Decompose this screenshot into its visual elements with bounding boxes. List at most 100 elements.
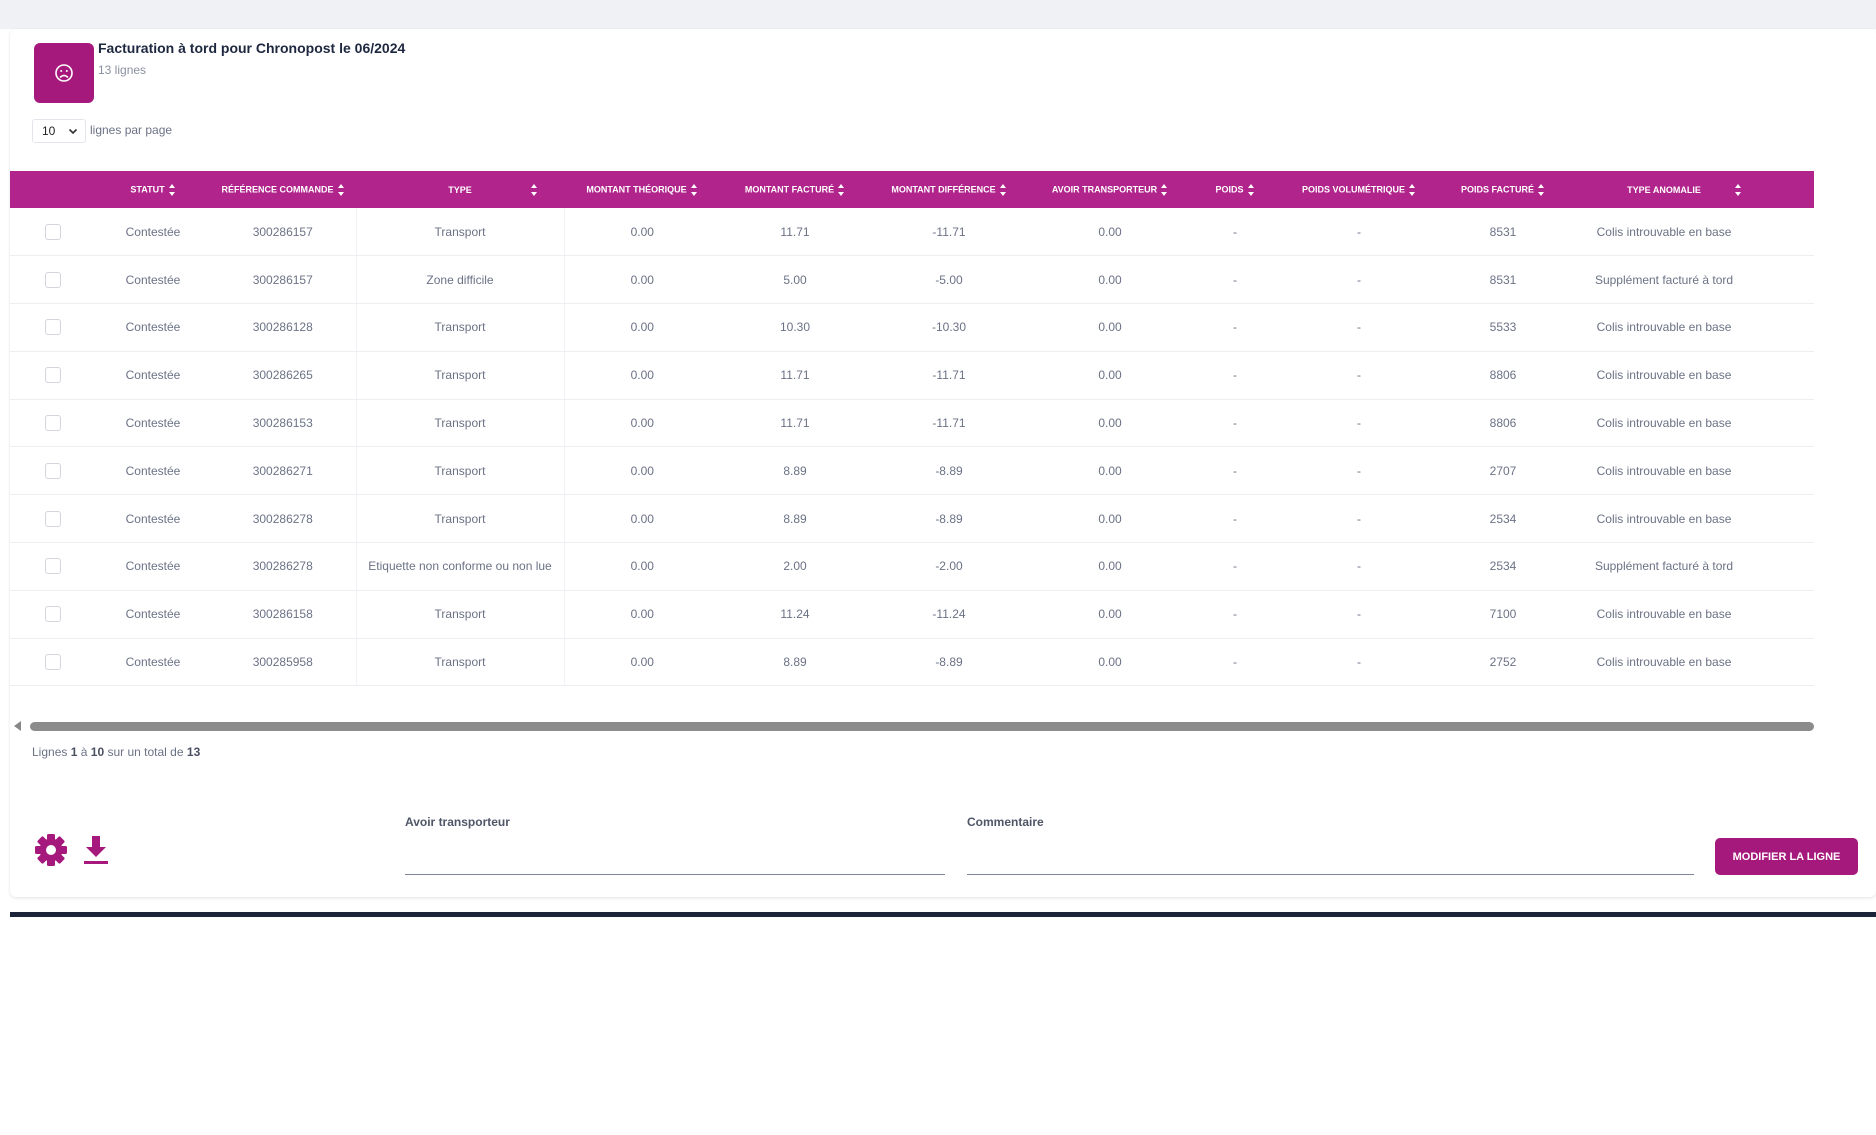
anomaly-table-container[interactable]: Statut Référence commande Type Montant t…	[10, 171, 1814, 691]
cell-poids-volumetrique: -	[1278, 590, 1440, 639]
row-checkbox[interactable]	[45, 415, 61, 432]
cell-montant-facture: 2.00	[720, 542, 870, 591]
cell-poids-facture: 7100	[1440, 590, 1566, 639]
row-checkbox[interactable]	[45, 319, 61, 336]
page-size-value: 10	[42, 124, 56, 138]
cell-type: Transport	[356, 446, 565, 496]
cell-poids-volumetrique: -	[1278, 208, 1440, 257]
row-checkbox[interactable]	[45, 558, 61, 575]
anomaly-table: Statut Référence commande Type Montant t…	[10, 171, 1814, 687]
row-checkbox[interactable]	[45, 367, 61, 384]
horizontal-scrollbar[interactable]	[30, 722, 1814, 731]
cell-montant-theorique: 0.00	[564, 590, 720, 639]
gear-icon[interactable]	[34, 833, 68, 867]
table-header-row: Statut Référence commande Type Montant t…	[10, 171, 1814, 208]
avoir-transporteur-label: Avoir transporteur	[405, 815, 510, 829]
page-size-select[interactable]: 10	[32, 119, 86, 143]
cell-type-anomalie: Colis introuvable en base	[1566, 303, 1762, 352]
column-header-montant-difference[interactable]: Montant différence	[870, 171, 1028, 208]
cell-type: Transport	[356, 638, 565, 687]
cell-extra	[1762, 208, 1814, 257]
column-header-poids[interactable]: Poids	[1192, 171, 1278, 208]
cell-montant-facture: 10.30	[720, 303, 870, 352]
table-row[interactable]: Contestée 300286153 Transport 0.00 11.71 -11.…	[10, 399, 1814, 448]
table-row[interactable]: Contestée 300286157 Transport 0.00 11.71 -11.…	[10, 208, 1814, 257]
cell-statut: Contestée	[96, 446, 210, 496]
cell-montant-facture: 8.89	[720, 446, 870, 496]
row-select-cell	[10, 399, 96, 448]
table-row[interactable]: Contestée 300286278 Etiquette non conforme…	[10, 542, 1814, 591]
cell-montant-facture: 11.24	[720, 590, 870, 639]
cell-type-anomalie: Colis introuvable en base	[1566, 638, 1762, 687]
commentaire-input[interactable]	[967, 847, 1694, 875]
table-row[interactable]: Contestée 300286128 Transport 0.00 10.30 -10.…	[10, 303, 1814, 352]
cell-montant-theorique: 0.00	[564, 303, 720, 352]
column-header-avoir-transporteur[interactable]: Avoir transporteur	[1028, 171, 1192, 208]
cell-poids-volumetrique: -	[1278, 303, 1440, 352]
cell-poids-volumetrique: -	[1278, 255, 1440, 305]
cell-statut: Contestée	[96, 255, 210, 305]
column-header-montant-theorique[interactable]: Montant théorique	[564, 171, 720, 208]
cell-poids-facture: 8806	[1440, 399, 1566, 448]
table-row[interactable]: Contestée 300286278 Transport 0.00 8.89 -8.89…	[10, 494, 1814, 544]
column-header-montant-facture[interactable]: Montant facturé	[720, 171, 870, 208]
modify-line-button[interactable]: Modifier la ligne	[1715, 838, 1858, 875]
table-row[interactable]: Contestée 300286157 Zone difficile 0.00 5.00…	[10, 255, 1814, 305]
cell-montant-difference: -11.71	[870, 208, 1028, 257]
top-band	[0, 0, 1876, 29]
row-select-cell	[10, 542, 96, 591]
cell-reference: 300286271	[210, 446, 357, 496]
cell-avoir-transporteur: 0.00	[1028, 494, 1192, 544]
cell-statut: Contestée	[96, 208, 210, 257]
cell-montant-facture: 8.89	[720, 494, 870, 544]
row-select-cell	[10, 303, 96, 352]
cell-poids: -	[1192, 208, 1278, 257]
cell-extra	[1762, 255, 1814, 305]
cell-type-anomalie: Supplément facturé à tord	[1566, 255, 1762, 305]
row-checkbox[interactable]	[45, 223, 61, 240]
table-row[interactable]: Contestée 300286271 Transport 0.00 8.89 -8.89…	[10, 446, 1814, 496]
row-select-cell	[10, 494, 96, 544]
cell-reference: 300285958	[210, 638, 357, 687]
cell-statut: Contestée	[96, 303, 210, 352]
column-header-reference[interactable]: Référence commande	[210, 171, 356, 208]
table-row[interactable]: Contestée 300286265 Transport 0.00 11.71 -11.…	[10, 351, 1814, 400]
cell-reference: 300286128	[210, 303, 357, 352]
cell-type-anomalie: Colis introuvable en base	[1566, 590, 1762, 639]
row-select-cell	[10, 208, 96, 257]
cell-extra	[1762, 494, 1814, 544]
column-header-type-anomalie[interactable]: Type anomalie	[1566, 171, 1762, 208]
sort-icon	[1735, 184, 1742, 196]
cell-extra	[1762, 590, 1814, 639]
avoir-transporteur-input[interactable]	[405, 847, 945, 875]
row-checkbox[interactable]	[45, 654, 61, 671]
row-checkbox[interactable]	[45, 271, 61, 288]
sort-icon	[531, 184, 538, 196]
row-checkbox[interactable]	[45, 510, 61, 527]
cell-montant-facture: 11.71	[720, 399, 870, 448]
cell-extra	[1762, 399, 1814, 448]
cell-poids-volumetrique: -	[1278, 399, 1440, 448]
download-icon[interactable]	[83, 835, 109, 865]
cell-reference: 300286153	[210, 399, 357, 448]
cell-reference: 300286278	[210, 542, 357, 591]
cell-poids: -	[1192, 399, 1278, 448]
column-header-poids-volumetrique[interactable]: Poids volumétrique	[1278, 171, 1440, 208]
column-header-poids-facture[interactable]: Poids facturé	[1440, 171, 1566, 208]
row-select-cell	[10, 638, 96, 687]
row-checkbox[interactable]	[45, 606, 61, 623]
cell-poids: -	[1192, 590, 1278, 639]
cell-poids: -	[1192, 494, 1278, 544]
row-checkbox[interactable]	[45, 462, 61, 479]
cell-poids-volumetrique: -	[1278, 494, 1440, 544]
cell-montant-difference: -8.89	[870, 446, 1028, 496]
scroll-left-arrow[interactable]	[14, 721, 21, 731]
table-row[interactable]: Contestée 300285958 Transport 0.00 8.89 -8.89…	[10, 638, 1814, 687]
table-row[interactable]: Contestée 300286158 Transport 0.00 11.24 -11.…	[10, 590, 1814, 639]
column-header-statut[interactable]: Statut	[96, 171, 210, 208]
column-header-type[interactable]: Type	[356, 171, 564, 208]
cell-type-anomalie: Colis introuvable en base	[1566, 446, 1762, 496]
cell-type-anomalie: Supplément facturé à tord	[1566, 542, 1762, 591]
cell-poids: -	[1192, 638, 1278, 687]
cell-type-anomalie: Colis introuvable en base	[1566, 399, 1762, 448]
